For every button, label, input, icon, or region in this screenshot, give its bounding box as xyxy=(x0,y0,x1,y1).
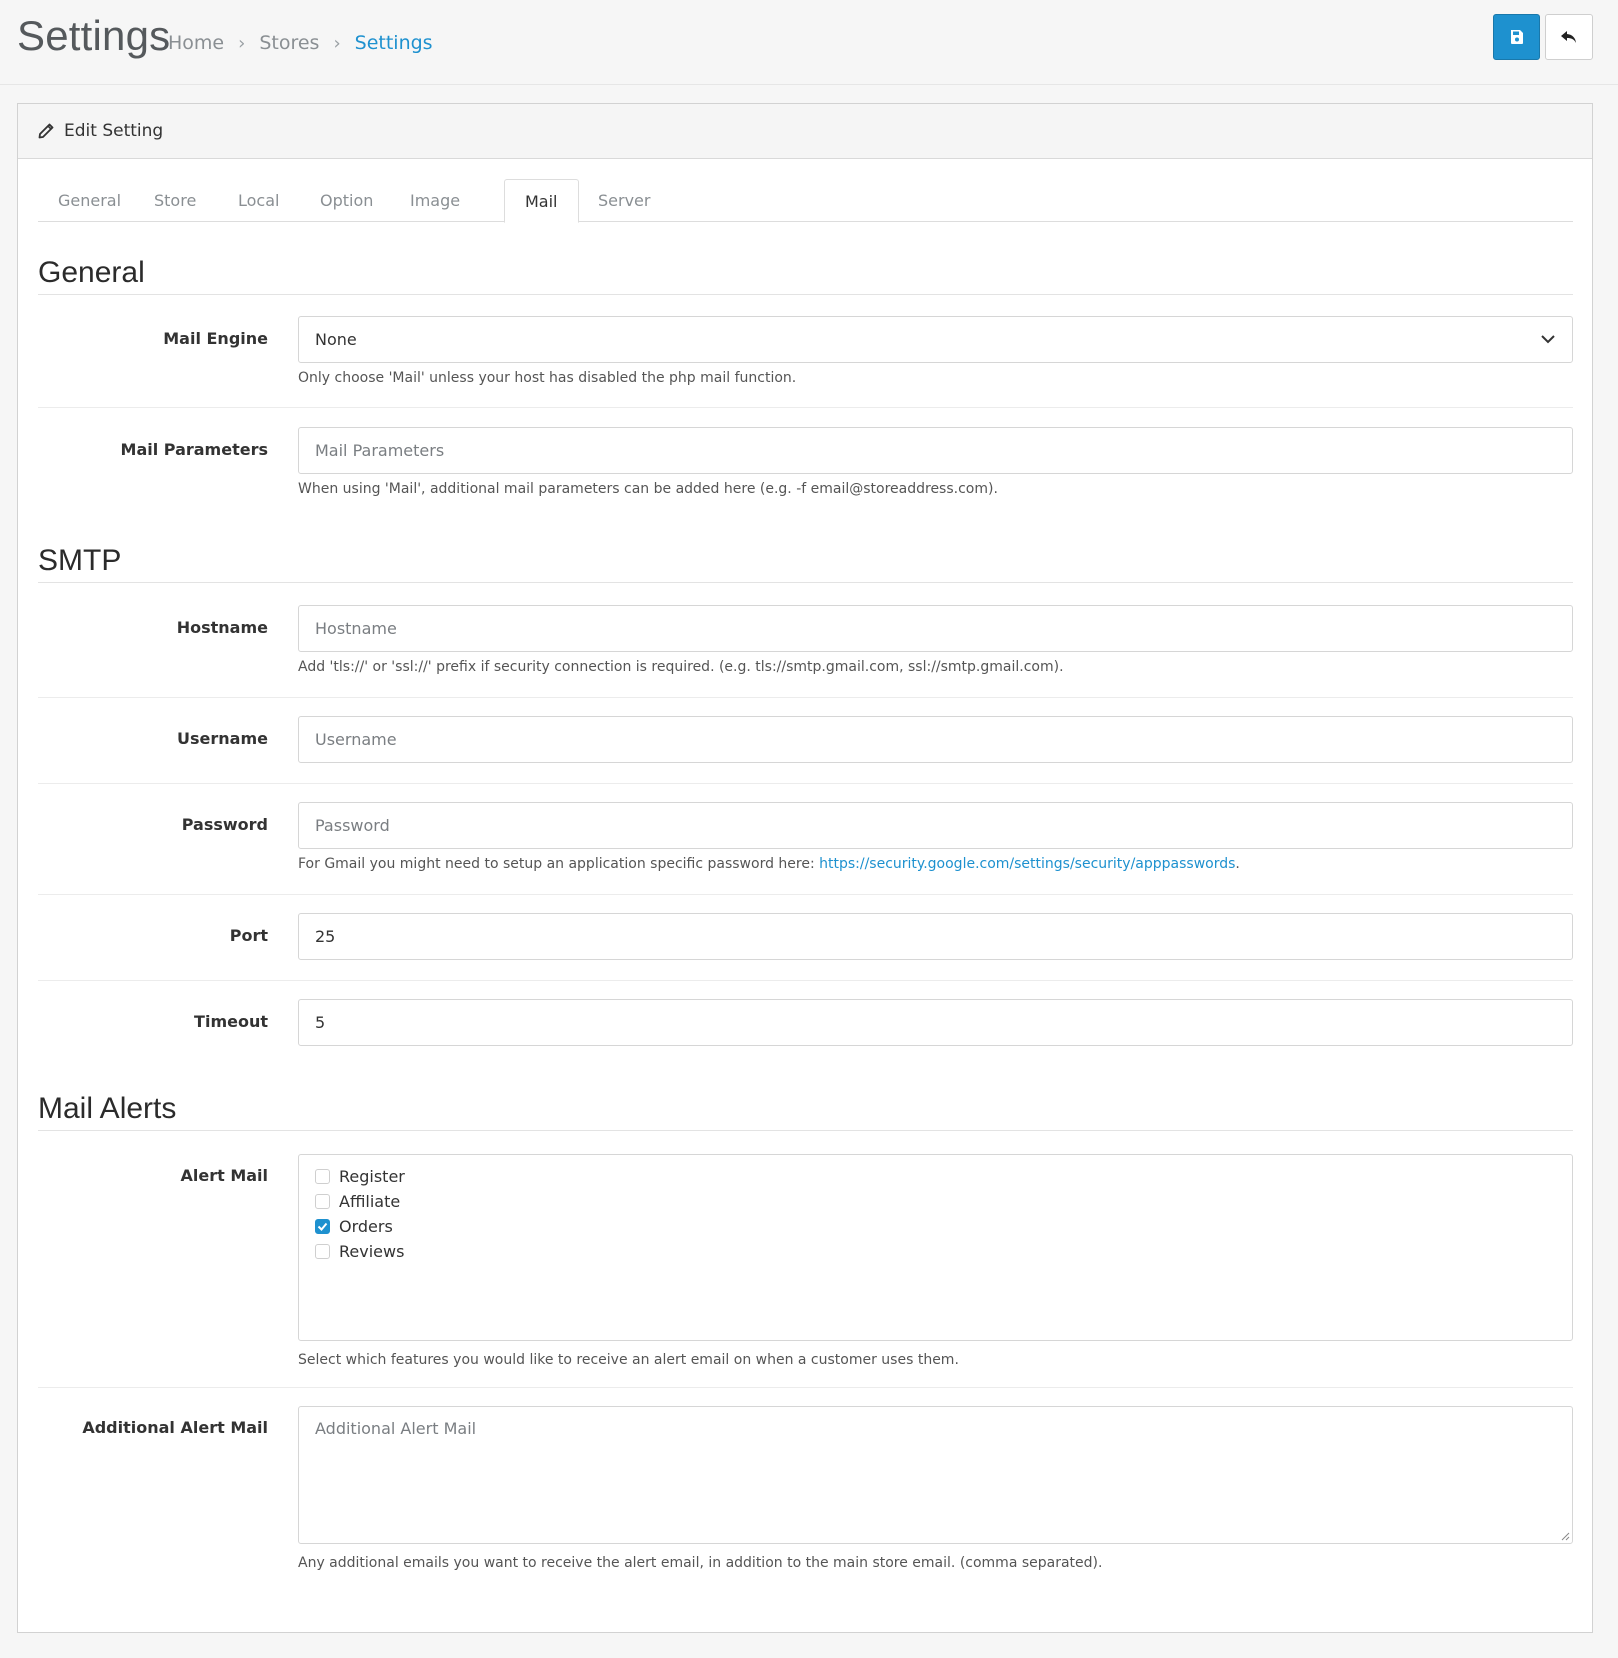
alert-option-register[interactable]: Register xyxy=(315,1167,405,1186)
hostname-help: Add 'tls://' or 'ssl://' prefix if secur… xyxy=(298,659,1064,675)
checkbox-checked[interactable] xyxy=(315,1219,330,1234)
alert-option-label: Orders xyxy=(339,1217,393,1236)
port-input[interactable]: 25 xyxy=(298,913,1573,960)
divider xyxy=(38,1387,1573,1388)
breadcrumb-home[interactable]: Home xyxy=(168,32,224,54)
tab-store[interactable]: Store xyxy=(134,179,216,222)
card-header: Edit Setting xyxy=(18,104,1592,159)
chevron-down-icon xyxy=(1541,335,1555,344)
back-button[interactable] xyxy=(1545,14,1593,60)
alert-option-label: Reviews xyxy=(339,1242,405,1261)
username-label: Username xyxy=(177,729,268,748)
username-placeholder: Username xyxy=(315,730,397,749)
settings-tabs: General Store Local Option Image Mail Se… xyxy=(38,179,1573,223)
password-label: Password xyxy=(181,815,268,834)
tab-option[interactable]: Option xyxy=(300,179,393,222)
breadcrumb-separator-icon: › xyxy=(238,32,246,54)
save-button[interactable] xyxy=(1493,14,1540,60)
tab-mail[interactable]: Mail xyxy=(504,179,579,223)
password-help: For Gmail you might need to setup an app… xyxy=(298,856,1240,872)
edit-setting-card: Edit Setting General Store Local Option … xyxy=(17,103,1593,1633)
timeout-input[interactable]: 5 xyxy=(298,999,1573,1046)
tab-image[interactable]: Image xyxy=(390,179,480,222)
additional-alert-mail-placeholder: Additional Alert Mail xyxy=(315,1419,477,1438)
alert-option-label: Register xyxy=(339,1167,405,1186)
additional-alert-mail-help: Any additional emails you want to receiv… xyxy=(298,1555,1103,1571)
page-header: Settings Home › Stores › Settings xyxy=(0,0,1618,85)
mail-parameters-help: When using 'Mail', additional mail param… xyxy=(298,481,998,497)
save-icon xyxy=(1510,30,1523,44)
hostname-placeholder: Hostname xyxy=(315,619,397,638)
app-passwords-link[interactable]: https://security.google.com/settings/sec… xyxy=(819,856,1235,872)
card-title: Edit Setting xyxy=(64,121,164,141)
divider xyxy=(38,697,1573,698)
mail-engine-help: Only choose 'Mail' unless your host has … xyxy=(298,370,797,386)
divider xyxy=(38,894,1573,895)
back-arrow-icon xyxy=(1561,31,1576,43)
page-title: Settings xyxy=(17,12,171,59)
hostname-input[interactable]: Hostname xyxy=(298,605,1573,652)
check-icon xyxy=(317,1222,328,1231)
section-smtp-heading: SMTP xyxy=(38,544,1573,583)
divider xyxy=(38,783,1573,784)
mail-parameters-input[interactable]: Mail Parameters xyxy=(298,427,1573,474)
breadcrumb-separator-icon: › xyxy=(333,32,341,54)
mail-engine-label: Mail Engine xyxy=(163,329,268,348)
mail-parameters-placeholder: Mail Parameters xyxy=(315,441,445,460)
password-input[interactable]: Password xyxy=(298,802,1573,849)
timeout-value: 5 xyxy=(315,1013,326,1032)
alert-option-reviews[interactable]: Reviews xyxy=(315,1242,404,1261)
alert-option-label: Affiliate xyxy=(339,1192,401,1211)
breadcrumb-stores[interactable]: Stores xyxy=(259,32,319,54)
resize-grip-icon[interactable] xyxy=(1560,1531,1570,1541)
timeout-label: Timeout xyxy=(194,1012,268,1031)
tab-general[interactable]: General xyxy=(38,179,141,222)
alert-option-orders[interactable]: Orders xyxy=(315,1217,393,1236)
mail-parameters-label: Mail Parameters xyxy=(120,440,268,459)
breadcrumb-settings[interactable]: Settings xyxy=(355,32,433,54)
additional-alert-mail-label: Additional Alert Mail xyxy=(82,1418,268,1437)
divider xyxy=(38,980,1573,981)
alert-option-affiliate[interactable]: Affiliate xyxy=(315,1192,400,1211)
mail-engine-value: None xyxy=(315,330,357,349)
password-help-text: For Gmail you might need to setup an app… xyxy=(298,856,820,872)
alert-mail-label: Alert Mail xyxy=(180,1166,268,1185)
password-help-suffix: . xyxy=(1235,856,1240,872)
port-value: 25 xyxy=(315,927,336,946)
divider xyxy=(38,407,1573,408)
additional-alert-mail-textarea[interactable]: Additional Alert Mail xyxy=(298,1406,1573,1544)
checkbox[interactable] xyxy=(315,1169,330,1184)
breadcrumb: Home › Stores › Settings xyxy=(168,32,433,54)
checkbox[interactable] xyxy=(315,1194,330,1209)
section-general-heading: General xyxy=(38,256,1573,295)
tab-local[interactable]: Local xyxy=(218,179,299,222)
port-label: Port xyxy=(229,926,268,945)
mail-engine-select[interactable]: None xyxy=(298,316,1573,363)
hostname-label: Hostname xyxy=(176,618,268,637)
alert-mail-checklist: Register Affiliate Orders Reviews xyxy=(298,1154,1573,1341)
checkbox[interactable] xyxy=(315,1244,330,1259)
pencil-icon xyxy=(38,123,54,139)
tab-server[interactable]: Server xyxy=(578,179,670,222)
alert-mail-help: Select which features you would like to … xyxy=(298,1352,959,1368)
password-placeholder: Password xyxy=(315,816,390,835)
section-mail-alerts-heading: Mail Alerts xyxy=(38,1092,1573,1131)
username-input[interactable]: Username xyxy=(298,716,1573,763)
